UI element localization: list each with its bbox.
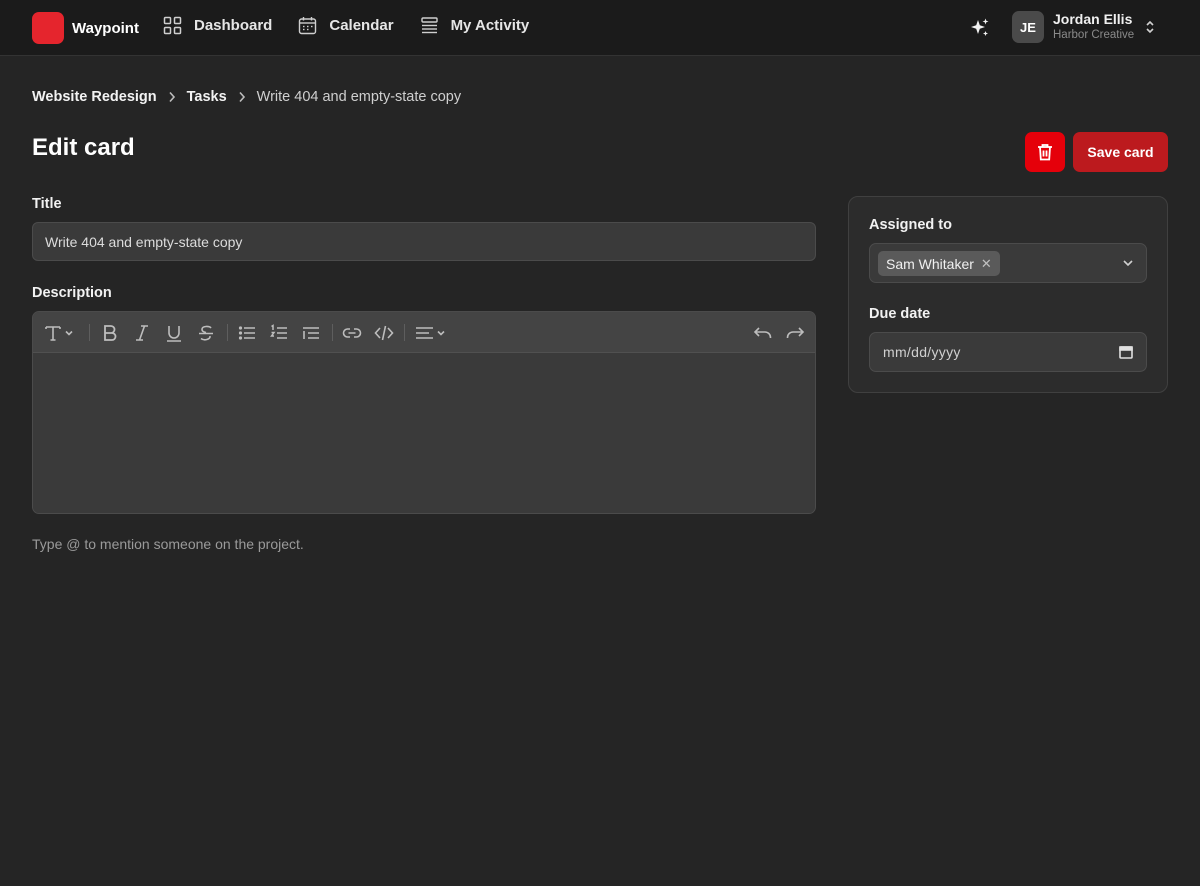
activity-list-icon <box>420 17 438 34</box>
save-button[interactable]: Save card <box>1073 132 1168 172</box>
due-date-placeholder: mm/dd/yyyy <box>883 344 961 360</box>
editor-toolbar <box>33 312 815 353</box>
chevron-right-icon <box>238 91 246 103</box>
remove-assignee-icon[interactable]: ✕ <box>981 256 992 272</box>
breadcrumb-section[interactable]: Tasks <box>187 89 227 105</box>
grid-icon <box>163 16 182 35</box>
toolbar-divider <box>89 324 90 341</box>
page-title: Edit card <box>32 134 135 161</box>
calendar-icon[interactable] <box>1119 345 1133 359</box>
align-dropdown[interactable] <box>415 322 449 343</box>
strikethrough-button[interactable] <box>197 322 215 343</box>
nav-dashboard-label: Dashboard <box>194 17 273 34</box>
text-style-icon <box>45 325 73 341</box>
code-icon <box>374 325 394 340</box>
bold-button[interactable] <box>101 322 119 343</box>
user-name: Jordan Ellis <box>1053 11 1133 28</box>
toolbar-divider <box>332 324 333 341</box>
user-org: Harbor Creative <box>1053 29 1135 42</box>
compass-logo-icon <box>32 12 64 44</box>
nav-my-activity-label: My Activity <box>450 17 530 34</box>
code-button[interactable] <box>374 322 394 343</box>
title-label: Title <box>32 196 62 212</box>
card-details-panel: Assigned to Sam Whitaker ✕ Due date mm/d… <box>848 196 1168 393</box>
description-label: Description <box>32 285 112 301</box>
toolbar-divider <box>404 324 405 341</box>
rich-text-editor <box>32 311 816 514</box>
nav-my-activity[interactable]: My Activity <box>420 16 530 35</box>
top-bar: Waypoint Dashboard Calendar My Activity … <box>0 0 1200 56</box>
title-input[interactable] <box>32 222 816 261</box>
chevron-updown-icon <box>1146 20 1154 34</box>
assignee-select[interactable]: Sam Whitaker ✕ <box>869 243 1147 283</box>
numbered-list-button[interactable] <box>270 322 288 343</box>
delete-button[interactable] <box>1025 132 1065 172</box>
mention-hint: Type @ to mention someone on the project… <box>32 536 304 552</box>
bullet-list-button[interactable] <box>238 322 256 343</box>
main-nav: Dashboard Calendar My Activity <box>163 16 555 35</box>
sparkle-ai-icon[interactable] <box>969 17 991 39</box>
underline-button[interactable] <box>165 322 183 343</box>
app-name: Waypoint <box>72 19 139 37</box>
brand[interactable]: Waypoint <box>32 12 139 44</box>
numbered-list-icon <box>270 323 287 339</box>
breadcrumb-project[interactable]: Website Redesign <box>32 89 157 105</box>
nav-calendar[interactable]: Calendar <box>298 16 394 35</box>
redo-button[interactable] <box>785 322 805 343</box>
redo-icon <box>786 326 805 338</box>
undo-button[interactable] <box>753 322 773 343</box>
indent-button[interactable] <box>302 322 320 343</box>
nav-calendar-label: Calendar <box>329 17 394 34</box>
italic-icon <box>136 324 148 341</box>
align-left-icon <box>416 326 445 339</box>
underline-icon <box>167 325 181 342</box>
calendar-icon <box>299 17 317 35</box>
italic-button[interactable] <box>133 322 151 343</box>
breadcrumb: Website Redesign Tasks Write 404 and emp… <box>32 89 461 105</box>
user-menu[interactable]: JE Jordan Ellis Harbor Creative <box>1012 11 1155 43</box>
avatar: JE <box>1012 11 1044 43</box>
indent-list-icon <box>303 326 319 339</box>
nav-dashboard[interactable]: Dashboard <box>163 16 272 35</box>
assigned-to-label: Assigned to <box>869 217 952 233</box>
assignee-chip-label: Sam Whitaker <box>886 255 974 272</box>
due-date-label: Due date <box>869 306 931 322</box>
text-style-dropdown[interactable] <box>45 322 75 343</box>
description-editor-area[interactable] <box>33 353 815 513</box>
toolbar-divider <box>227 324 228 341</box>
assignee-chip: Sam Whitaker ✕ <box>878 251 1000 276</box>
undo-icon <box>753 326 772 338</box>
breadcrumb-current: Write 404 and empty-state copy <box>256 89 462 105</box>
trash-icon <box>1038 144 1052 161</box>
user-info: Jordan Ellis Harbor Creative <box>1053 12 1134 42</box>
link-icon <box>342 327 362 338</box>
chevron-down-icon <box>1123 260 1133 267</box>
chevron-right-icon <box>168 91 176 103</box>
due-date-input[interactable]: mm/dd/yyyy <box>869 332 1147 372</box>
bullet-list-icon <box>238 325 255 340</box>
strikethrough-icon <box>199 325 213 341</box>
link-button[interactable] <box>342 322 362 343</box>
bold-icon <box>104 324 117 341</box>
